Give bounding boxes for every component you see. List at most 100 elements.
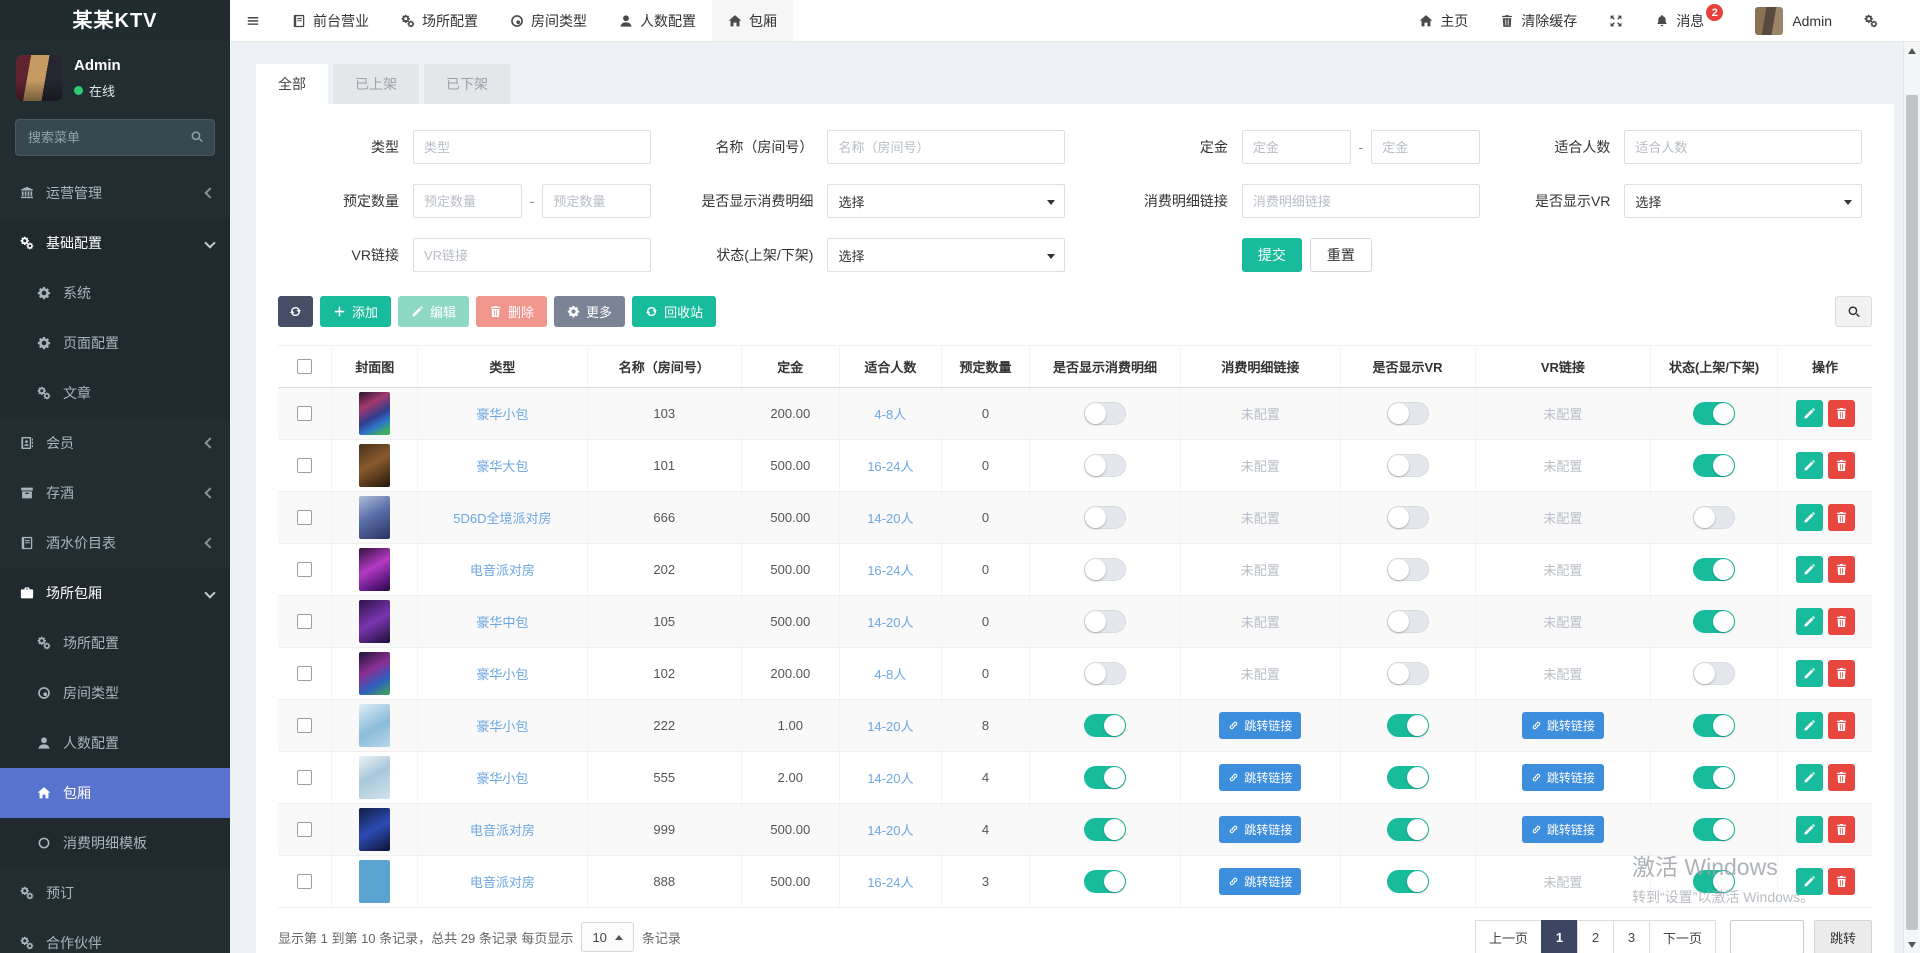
row-edit-button[interactable] [1796, 764, 1823, 791]
column-header[interactable]: 名称（房间号） [587, 346, 742, 388]
column-header[interactable]: 预定数量 [942, 346, 1030, 388]
capacity-link[interactable]: 4-8人 [874, 407, 906, 422]
capacity-input[interactable] [1624, 130, 1862, 164]
vr-link-button[interactable]: 跳转链接 [1522, 764, 1604, 791]
show-vr-toggle[interactable] [1387, 870, 1429, 893]
show-vr-select[interactable]: 选择 [1624, 184, 1862, 218]
room-cover-image[interactable] [359, 496, 390, 539]
room-type-link[interactable]: 5D6D全境派对房 [453, 511, 551, 526]
status-toggle[interactable] [1693, 870, 1735, 893]
row-checkbox[interactable] [297, 770, 312, 785]
nav-settings[interactable] [1848, 0, 1894, 41]
room-cover-image[interactable] [359, 444, 390, 487]
row-delete-button[interactable] [1828, 712, 1855, 739]
column-header[interactable]: 是否显示消费明细 [1029, 346, 1180, 388]
sidebar-item-system[interactable]: 系统 [0, 268, 230, 318]
deposit-max-input[interactable] [1371, 130, 1480, 164]
edit-button[interactable]: 编辑 [398, 296, 469, 327]
add-button[interactable]: 添加 [320, 296, 391, 327]
column-header[interactable]: VR链接 [1475, 346, 1651, 388]
room-type-link[interactable]: 豪华小包 [476, 407, 528, 422]
show-vr-toggle[interactable] [1387, 610, 1429, 633]
status-toggle[interactable] [1693, 714, 1735, 737]
page-size-select[interactable]: 10 [581, 922, 633, 952]
row-checkbox[interactable] [297, 718, 312, 733]
show-detail-toggle[interactable] [1084, 662, 1126, 685]
show-vr-toggle[interactable] [1387, 662, 1429, 685]
status-toggle[interactable] [1693, 454, 1735, 477]
sidebar-item-people-config[interactable]: 人数配置 [0, 718, 230, 768]
sidebar-item-detail-template[interactable]: 消费明细模板 [0, 818, 230, 868]
sidebar-item-articles[interactable]: 文章 [0, 368, 230, 418]
row-delete-button[interactable] [1828, 504, 1855, 531]
room-cover-image[interactable] [359, 392, 390, 435]
show-detail-toggle[interactable] [1084, 818, 1126, 841]
row-checkbox[interactable] [297, 406, 312, 421]
refresh-button[interactable] [278, 296, 313, 327]
page-button-2[interactable]: 2 [1577, 920, 1614, 953]
sidebar-item-members[interactable]: 会员 [0, 418, 230, 468]
row-edit-button[interactable] [1796, 660, 1823, 687]
show-vr-toggle[interactable] [1387, 454, 1429, 477]
room-cover-image[interactable] [359, 600, 390, 643]
sidebar-item-rooms[interactable]: 包厢 [0, 768, 230, 818]
row-delete-button[interactable] [1828, 816, 1855, 843]
show-detail-toggle[interactable] [1084, 558, 1126, 581]
row-edit-button[interactable] [1796, 712, 1823, 739]
row-checkbox[interactable] [297, 510, 312, 525]
room-cover-image[interactable] [359, 756, 390, 799]
room-type-link[interactable]: 豪华中包 [476, 615, 528, 630]
scrollbar-thumb[interactable] [1906, 95, 1918, 930]
room-type-link[interactable]: 电音派对房 [470, 563, 535, 578]
reserve-qty-max-input[interactable] [542, 184, 651, 218]
column-header[interactable]: 适合人数 [839, 346, 941, 388]
row-edit-button[interactable] [1796, 816, 1823, 843]
detail-link-input[interactable] [1242, 184, 1480, 218]
row-edit-button[interactable] [1796, 400, 1823, 427]
nav-clear-cache[interactable]: 清除缓存 [1484, 0, 1593, 41]
menu-search-input[interactable] [15, 119, 215, 156]
capacity-link[interactable]: 14-20人 [867, 615, 913, 630]
submit-button[interactable]: 提交 [1242, 238, 1302, 272]
sidebar-item-basic-config[interactable]: 基础配置 [0, 218, 230, 268]
show-detail-toggle[interactable] [1084, 402, 1126, 425]
tab-1[interactable]: 已上架 [333, 64, 419, 104]
status-toggle[interactable] [1693, 506, 1735, 529]
show-detail-toggle[interactable] [1084, 506, 1126, 529]
table-search-button[interactable] [1835, 296, 1872, 327]
jump-page-input[interactable] [1730, 920, 1804, 953]
reset-button[interactable]: 重置 [1310, 238, 1372, 272]
status-toggle[interactable] [1693, 402, 1735, 425]
scroll-up-arrow[interactable] [1904, 42, 1920, 59]
detail-link-button[interactable]: 跳转链接 [1219, 868, 1301, 895]
show-vr-toggle[interactable] [1387, 558, 1429, 581]
next-page-button[interactable]: 下一页 [1649, 920, 1716, 953]
scroll-down-arrow[interactable] [1904, 936, 1920, 953]
room-cover-image[interactable] [359, 860, 390, 903]
room-type-link[interactable]: 豪华小包 [476, 719, 528, 734]
select-all-checkbox[interactable] [297, 359, 312, 374]
row-checkbox[interactable] [297, 822, 312, 837]
row-checkbox[interactable] [297, 874, 312, 889]
nav-fullscreen[interactable] [1593, 0, 1639, 41]
row-checkbox[interactable] [297, 666, 312, 681]
room-cover-image[interactable] [359, 548, 390, 591]
row-checkbox[interactable] [297, 458, 312, 473]
tab-2[interactable]: 已下架 [424, 64, 510, 104]
vr-link-input[interactable] [413, 238, 651, 272]
capacity-link[interactable]: 14-20人 [867, 771, 913, 786]
row-delete-button[interactable] [1828, 452, 1855, 479]
row-checkbox[interactable] [297, 562, 312, 577]
room-type-link[interactable]: 电音派对房 [470, 823, 535, 838]
column-header[interactable]: 定金 [742, 346, 840, 388]
page-button-1[interactable]: 1 [1541, 920, 1578, 953]
sidebar-item-operations[interactable]: 运营管理 [0, 168, 230, 218]
sidebar-item-drink-price-list[interactable]: 酒水价目表 [0, 518, 230, 568]
tab-0[interactable]: 全部 [256, 64, 328, 104]
row-checkbox[interactable] [297, 614, 312, 629]
show-detail-select[interactable]: 选择 [827, 184, 1065, 218]
delete-button[interactable]: 删除 [476, 296, 547, 327]
page-button-3[interactable]: 3 [1613, 920, 1650, 953]
jump-button[interactable]: 跳转 [1814, 920, 1872, 953]
row-edit-button[interactable] [1796, 608, 1823, 635]
